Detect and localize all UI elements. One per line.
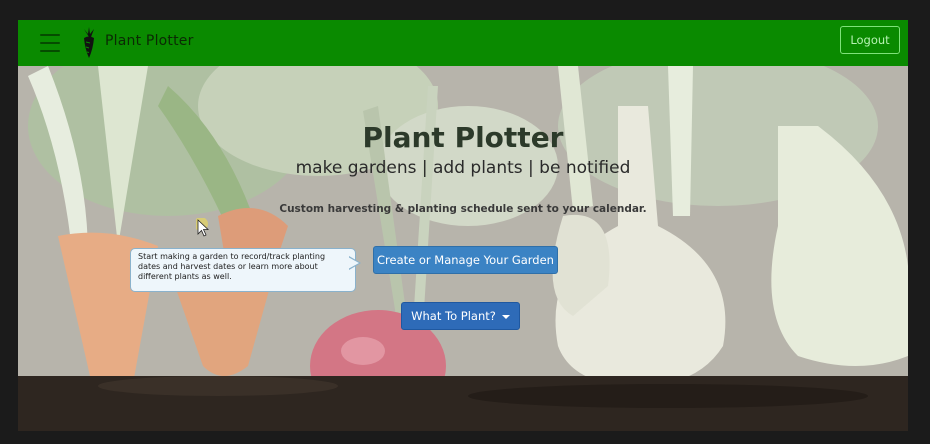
browser-viewport: Plant Plotter Logout Plant Plotter make … (18, 20, 908, 431)
tooltip-arrow-fill (348, 257, 359, 269)
hamburger-icon[interactable] (40, 34, 60, 52)
what-to-plant-dropdown[interactable]: What To Plant? (401, 302, 520, 330)
caret-down-icon (501, 314, 510, 319)
carrot-logo-icon (84, 27, 94, 58)
brand-link[interactable]: Plant Plotter (105, 33, 194, 49)
page-title: Plant Plotter (362, 121, 564, 154)
mouse-cursor-icon (196, 218, 210, 237)
logout-button[interactable]: Logout (840, 26, 900, 54)
tagline: Custom harvesting & planting schedule se… (279, 203, 647, 215)
what-to-plant-label: What To Plant? (411, 309, 496, 323)
subtitle: make gardens | add plants | be notified (295, 158, 631, 178)
create-garden-button[interactable]: Create or Manage Your Garden (373, 246, 558, 274)
hero-section: Plant Plotter make gardens | add plants … (18, 66, 908, 431)
navbar: Plant Plotter Logout (18, 20, 908, 67)
help-tooltip: Start making a garden to record/track pl… (130, 248, 356, 292)
